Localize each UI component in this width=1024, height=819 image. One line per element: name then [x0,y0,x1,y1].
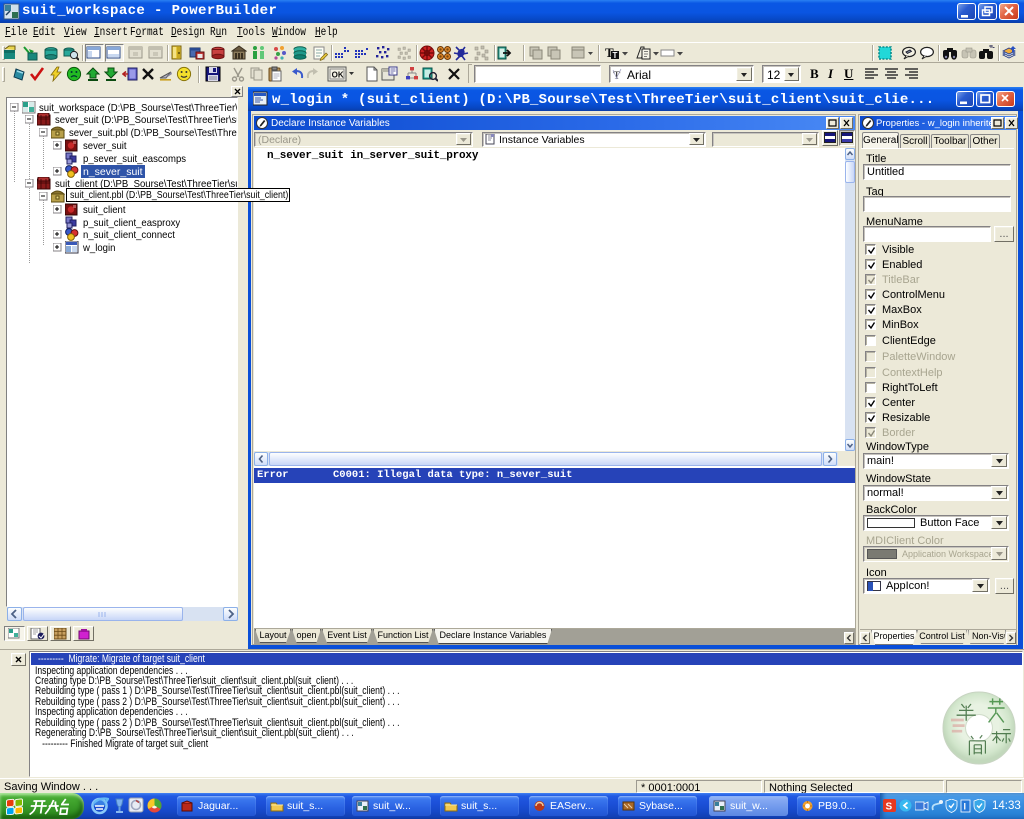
svg-text:S: S [886,802,893,813]
svg-text:OK: OK [332,71,344,80]
svg-text:I: I [964,802,967,812]
svg-text:T: T [613,68,621,81]
svg-text:T: T [613,51,618,60]
